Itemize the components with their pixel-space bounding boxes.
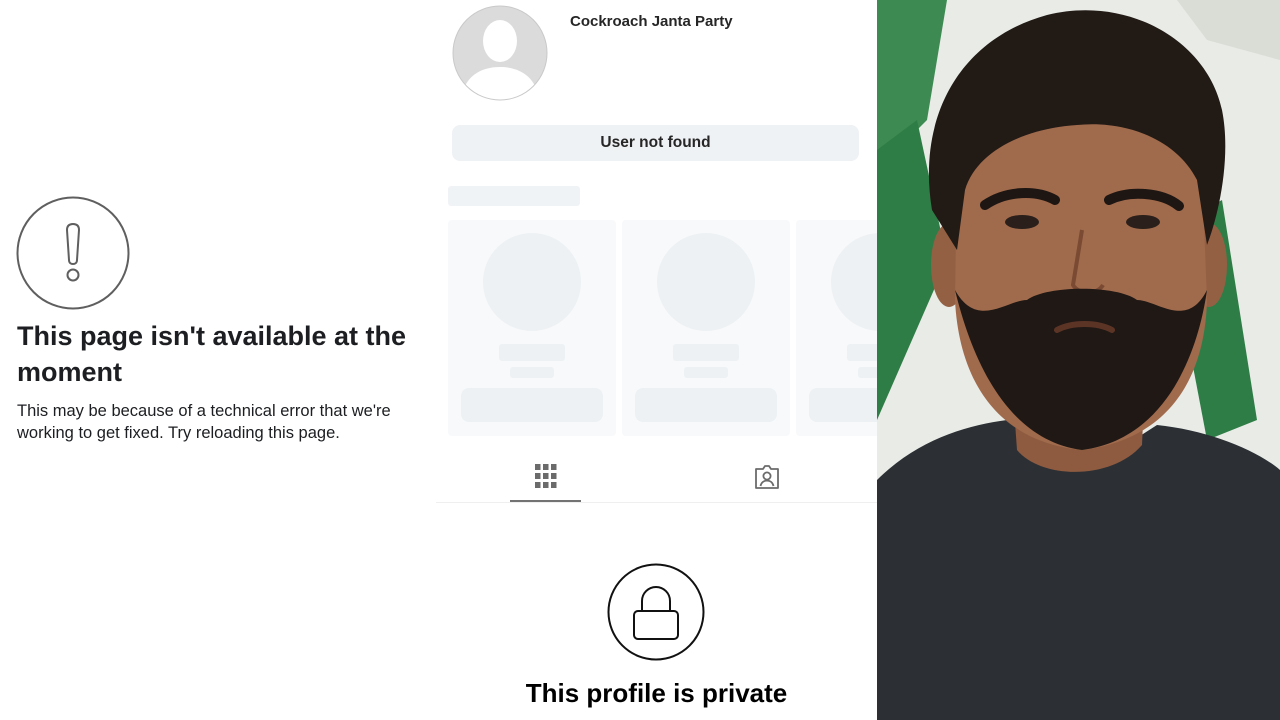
- skeleton-line: [847, 344, 877, 361]
- suggestion-card-placeholder: [622, 220, 790, 436]
- user-not-found-button[interactable]: User not found: [452, 125, 859, 161]
- skeleton-avatar: [483, 233, 581, 331]
- profile-panel: Cockroach Janta Party User not found Thi…: [436, 0, 877, 720]
- error-title: This page isn't available at the moment: [17, 321, 407, 387]
- suggestion-card-placeholder: [448, 220, 616, 436]
- private-profile-notice: This profile is private: [436, 560, 877, 720]
- error-panel: This page isn't available at the moment …: [0, 0, 436, 720]
- skeleton-line: [684, 367, 728, 378]
- profile-username: Cockroach Janta Party: [570, 13, 733, 30]
- tab-posts[interactable]: [510, 456, 581, 502]
- grid-icon: [534, 464, 556, 488]
- skeleton-button: [809, 388, 877, 422]
- exclamation-icon: [16, 196, 130, 310]
- skeleton-heading: [448, 186, 580, 206]
- tagged-icon: [755, 465, 779, 489]
- portrait-photo: [877, 0, 1280, 720]
- error-description: This may be because of a technical error…: [17, 402, 391, 442]
- avatar: [452, 5, 548, 101]
- skeleton-avatar: [657, 233, 755, 331]
- suggestion-card-placeholder: [796, 220, 877, 436]
- private-profile-title: This profile is private: [525, 678, 788, 708]
- skeleton-button: [461, 388, 603, 422]
- skeleton-line: [510, 367, 554, 378]
- skeleton-line: [858, 367, 877, 378]
- tab-tagged[interactable]: [732, 456, 802, 501]
- portrait-illustration: [877, 0, 1280, 720]
- skeleton-avatar: [831, 233, 877, 331]
- profile-tabs: [436, 456, 877, 503]
- skeleton-line: [673, 344, 739, 361]
- skeleton-line: [499, 344, 565, 361]
- skeleton-button: [635, 388, 777, 422]
- lock-icon: [607, 563, 705, 661]
